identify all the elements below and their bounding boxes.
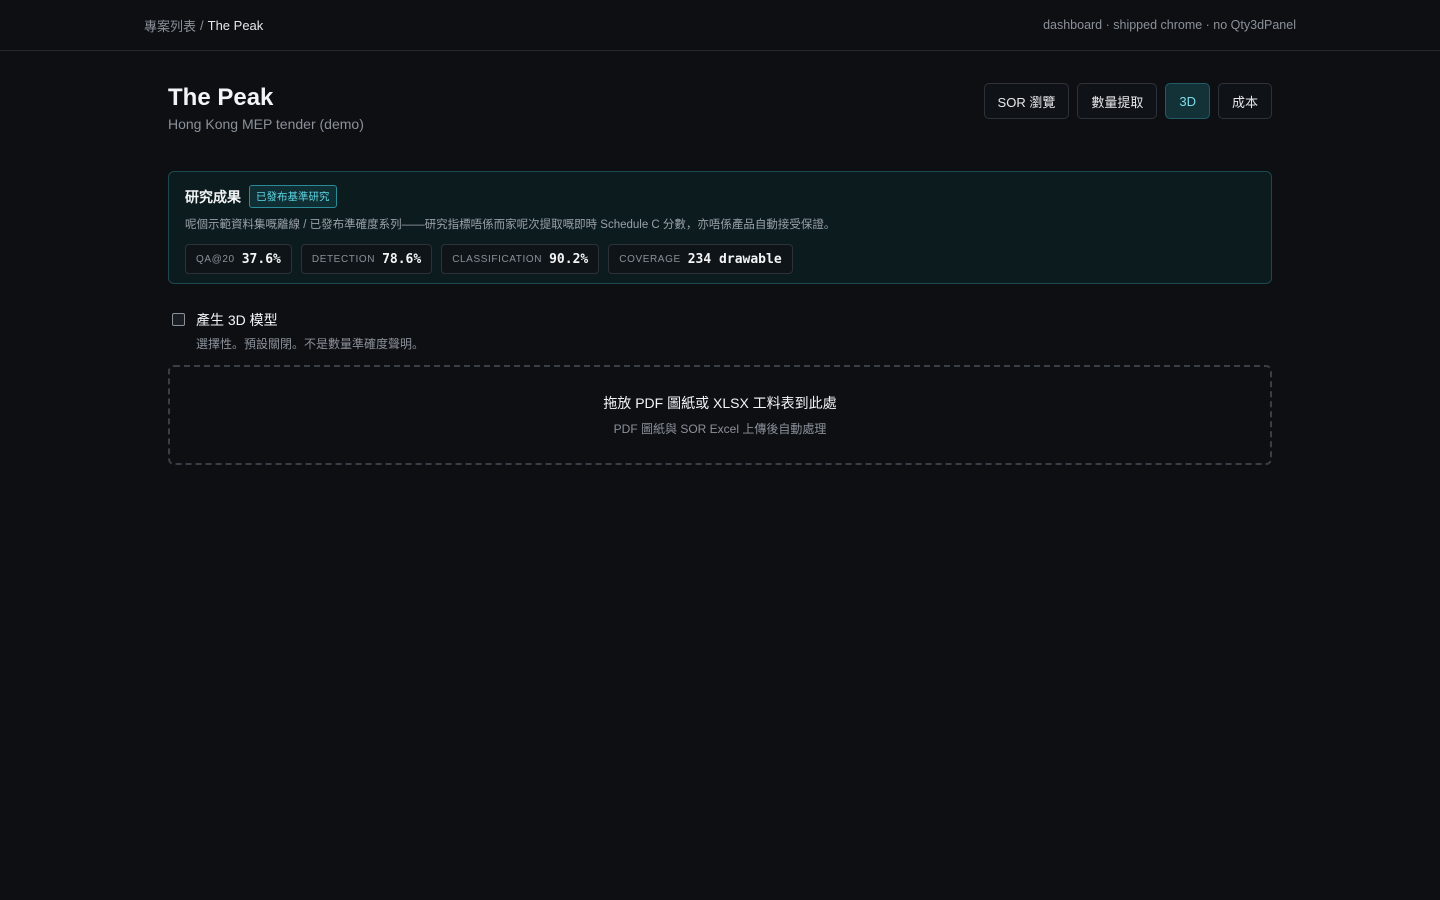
project-header: The Peak Hong Kong MEP tender (demo) SOR… <box>168 83 1272 132</box>
research-description: 呢個示範資料集嘅離線 / 已發布準確度系列——研究指標唔係而家呢次提取嘅即時 S… <box>185 219 836 231</box>
research-header: 研究成果 已發布基準研究 <box>185 185 1255 208</box>
breadcrumb-projects-link[interactable]: 專案列表 <box>144 16 196 35</box>
page-subtitle: Hong Kong MEP tender (demo) <box>168 116 364 132</box>
metric-detection: DETECTION 78.6% <box>300 244 433 274</box>
metric-label: COVERAGE <box>619 253 681 265</box>
research-results-card: 研究成果 已發布基準研究 呢個示範資料集嘅離線 / 已發布準確度系列——研究指標… <box>168 171 1272 284</box>
top-bar: 專案列表 / The Peak dashboard · shipped chro… <box>0 0 1440 51</box>
breadcrumb: 專案列表 / The Peak <box>144 16 263 35</box>
generate-3d-text: 產生 3D 模型 選擇性。預設關閉。不是數量準確度聲明。 <box>196 310 424 352</box>
generate-3d-option: 產生 3D 模型 選擇性。預設關閉。不是數量準確度聲明。 <box>168 310 1272 352</box>
generate-3d-checkbox[interactable] <box>172 313 185 326</box>
breadcrumb-separator: / <box>200 17 204 33</box>
generate-3d-hint: 選擇性。預設關閉。不是數量準確度聲明。 <box>196 337 425 351</box>
metric-value: 90.2% <box>549 251 589 267</box>
metric-label: DETECTION <box>311 253 376 265</box>
cost-button[interactable]: 成本 <box>1217 83 1272 119</box>
metric-value: 37.6% <box>241 251 281 267</box>
metric-label: QA@20 <box>196 253 235 265</box>
status-badge: 已發布基準研究 <box>249 185 337 208</box>
metric-qa20: QA@20 37.6% <box>185 244 292 274</box>
breadcrumb-current: The Peak <box>207 17 264 33</box>
3d-button[interactable]: 3D <box>1165 83 1210 119</box>
metric-value: 78.6% <box>382 251 422 267</box>
page-title: The Peak <box>168 84 274 111</box>
research-title: 研究成果 <box>185 188 241 205</box>
file-dropzone[interactable]: 拖放 PDF 圖紙或 XLSX 工料表到此處 PDF 圖紙與 SOR Excel… <box>168 365 1272 465</box>
view-button-group: SOR 瀏覽 數量提取 3D 成本 <box>983 83 1272 119</box>
generate-3d-label[interactable]: 產生 3D 模型 <box>196 310 424 330</box>
metric-coverage: COVERAGE 234 drawable <box>608 244 793 274</box>
metric-value: 234 drawable <box>687 251 782 267</box>
metric-classification: CLASSIFICATION 90.2% <box>441 244 600 274</box>
dropzone-subtitle: PDF 圖紙與 SOR Excel 上傳後自動處理 <box>613 422 827 436</box>
topbar-note: dashboard · shipped chrome · no Qty3dPan… <box>1043 18 1296 32</box>
sor-browse-button[interactable]: SOR 瀏覽 <box>983 83 1070 119</box>
quantity-extraction-button[interactable]: 數量提取 <box>1077 83 1158 119</box>
metrics-row: QA@20 37.6% DETECTION 78.6% CLASSIFICATI… <box>185 244 1255 274</box>
metric-label: CLASSIFICATION <box>452 253 543 265</box>
main-content: The Peak Hong Kong MEP tender (demo) SOR… <box>168 51 1272 465</box>
project-heading: The Peak Hong Kong MEP tender (demo) <box>168 83 364 132</box>
dropzone-title: 拖放 PDF 圖紙或 XLSX 工料表到此處 <box>603 395 837 411</box>
